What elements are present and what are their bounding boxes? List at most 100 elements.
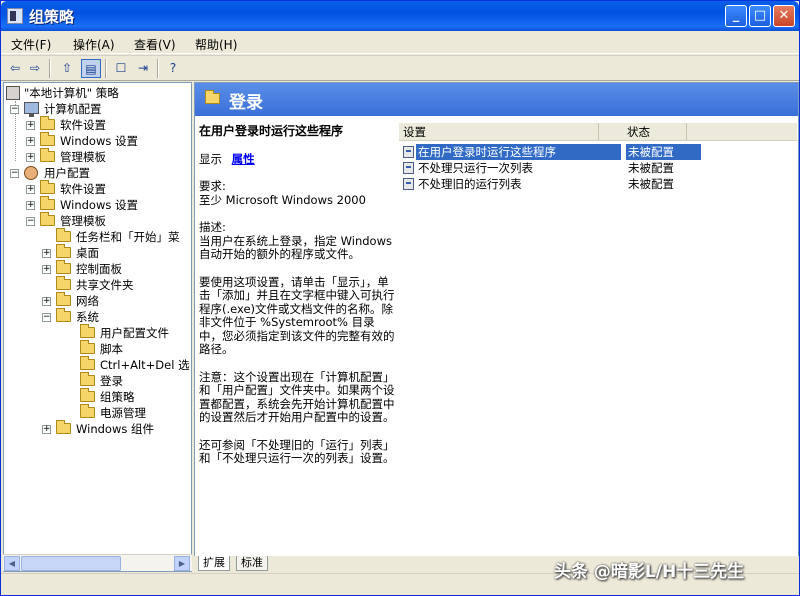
tree-label: 管理模板	[60, 214, 106, 228]
tab-extended[interactable]: 扩展	[198, 556, 230, 571]
expand-icon[interactable]: +	[42, 249, 51, 258]
tree-label: 用户配置文件	[100, 326, 169, 340]
details-header: 登录	[195, 83, 798, 116]
policy-icon	[6, 86, 20, 100]
toolbar-separator	[105, 59, 107, 78]
note-text: 注意：这个设置出现在「计算机配置」和「用户配置」文件夹中。如果两个设置都配置，系…	[199, 369, 395, 424]
tree-pane[interactable]: "本地计算机" 策略 − 计算机配置 + 软件设置 + Windows 设置 +…	[3, 82, 192, 572]
help-icon[interactable]: ?	[163, 59, 183, 78]
tree-label: 电源管理	[100, 406, 146, 420]
tree-horizontal-scrollbar[interactable]: ◀ ▶	[3, 554, 192, 571]
requirements-block: 要求: 至少 Microsoft Windows 2000	[199, 179, 395, 207]
column-header-setting[interactable]: 设置	[399, 123, 599, 141]
expand-icon[interactable]: +	[42, 297, 51, 306]
setting-state: 未被配置	[628, 177, 674, 191]
window-title: 组策略	[29, 8, 75, 26]
group-policy-app-icon	[7, 8, 23, 24]
expand-icon[interactable]: +	[26, 185, 35, 194]
description-text: 当用户在系统上登录，指定 Windows 自动开始的额外的程序或文件。	[199, 233, 396, 261]
setting-state: 未被配置	[626, 144, 701, 160]
folder-icon	[80, 356, 95, 370]
tree-label: 任务栏和「开始」菜	[76, 230, 180, 244]
tree-label: 组策略	[100, 390, 135, 404]
settings-list[interactable]: 设置 状态 在用户登录时运行这些程序 未被配置 不处理只运行一次列表 未被配置 …	[399, 123, 797, 563]
expand-icon[interactable]: +	[26, 201, 35, 210]
tree-label: 软件设置	[60, 118, 106, 132]
maximize-button[interactable]: □	[749, 5, 771, 27]
user-icon	[24, 166, 38, 180]
expand-icon[interactable]: +	[26, 153, 35, 162]
tree-label: 用户配置	[44, 166, 90, 180]
menu-view[interactable]: 查看(V)	[134, 36, 176, 53]
tree-label: 软件设置	[60, 182, 106, 196]
tree-label: Ctrl+Alt+Del 选	[100, 358, 190, 372]
collapse-icon[interactable]: −	[10, 105, 19, 114]
forward-arrow-icon[interactable]: ⇨	[25, 59, 45, 78]
toolbar-separator	[157, 59, 159, 78]
folder-icon	[40, 148, 55, 162]
details-pane: 登录 在用户登录时运行这些程序 显示 属性 要求: 至少 Microsoft Wi…	[194, 82, 799, 572]
show-tree-icon[interactable]: ▤	[81, 59, 101, 78]
column-header-state[interactable]: 状态	[599, 123, 687, 141]
menu-help[interactable]: 帮助(H)	[195, 36, 237, 53]
folder-icon	[56, 276, 71, 290]
setting-state: 未被配置	[628, 161, 674, 175]
computer-icon	[24, 102, 39, 117]
setting-name: 不处理只运行一次列表	[418, 161, 533, 175]
folder-icon	[40, 196, 55, 210]
description-block: 描述: 当用户在系统上登录，指定 Windows 自动开始的额外的程序或文件。	[199, 220, 396, 262]
requirements-text: 至少 Microsoft Windows 2000	[199, 192, 366, 207]
back-arrow-icon[interactable]: ⇦	[5, 59, 25, 78]
folder-icon	[56, 244, 71, 258]
properties-link[interactable]: 属性	[232, 152, 255, 166]
list-header: 设置 状态	[399, 123, 797, 141]
export-list-icon[interactable]: ⇥	[133, 59, 153, 78]
group-policy-window: 组策略 _ □ ✕ 文件(F) 操作(A) 查看(V) 帮助(H) ⇦ ⇨ ⇧ …	[0, 0, 800, 596]
tree-label: 网络	[76, 294, 99, 308]
tree-label: Windows 设置	[60, 134, 138, 148]
usage-text: 要使用这项设置，请单击「显示」，单击「添加」并且在文字框中键入可执行程序(.ex…	[199, 274, 395, 356]
collapse-icon[interactable]: −	[26, 217, 35, 226]
list-item-no-legacy-run[interactable]: 不处理旧的运行列表 未被配置	[399, 176, 699, 192]
list-item-run-these-programs[interactable]: 在用户登录时运行这些程序 未被配置	[399, 144, 701, 160]
tree-label: 系统	[76, 310, 99, 324]
list-item-no-run-once[interactable]: 不处理只运行一次列表 未被配置	[399, 160, 699, 176]
folder-icon	[56, 228, 71, 242]
policy-setting-icon	[403, 162, 414, 174]
scroll-left-icon[interactable]: ◀	[4, 556, 20, 571]
collapse-icon[interactable]: −	[42, 313, 51, 322]
tree-label: 共享文件夹	[76, 278, 134, 292]
open-folder-icon	[80, 372, 95, 386]
setting-name: 不处理旧的运行列表	[418, 177, 522, 191]
tree-label: 计算机配置	[44, 102, 102, 116]
tree-label: 登录	[100, 374, 123, 388]
folder-icon	[80, 388, 95, 402]
title-bar[interactable]: 组策略 _ □ ✕	[1, 1, 799, 31]
tree-label: 管理模板	[60, 150, 106, 164]
policy-setting-icon	[403, 146, 414, 158]
tree-label: "本地计算机" 策略	[24, 86, 119, 100]
toolbar: ⇦ ⇨ ⇧ ▤ ☐ ⇥ ?	[1, 55, 799, 81]
expand-icon[interactable]: +	[26, 137, 35, 146]
menu-action[interactable]: 操作(A)	[73, 36, 115, 53]
menu-file[interactable]: 文件(F)	[11, 36, 51, 53]
folder-icon	[205, 90, 220, 104]
expand-icon[interactable]: +	[42, 425, 51, 434]
up-folder-icon[interactable]: ⇧	[57, 59, 77, 78]
display-row: 显示 属性	[199, 152, 395, 167]
expand-icon[interactable]: +	[26, 121, 35, 130]
tab-standard[interactable]: 标准	[236, 556, 268, 571]
folder-icon	[56, 308, 71, 322]
collapse-icon[interactable]: −	[10, 169, 19, 178]
folder-icon	[40, 180, 55, 194]
scrollbar-thumb[interactable]	[21, 556, 121, 571]
policy-setting-icon	[403, 178, 414, 190]
scroll-right-icon[interactable]: ▶	[174, 556, 190, 571]
close-button[interactable]: ✕	[773, 5, 795, 27]
expand-icon[interactable]: +	[42, 265, 51, 274]
setting-name: 在用户登录时运行这些程序	[416, 144, 621, 160]
folder-icon	[80, 404, 95, 418]
minimize-button[interactable]: _	[725, 5, 747, 27]
properties-icon[interactable]: ☐	[111, 59, 131, 78]
toolbar-separator	[49, 59, 51, 78]
